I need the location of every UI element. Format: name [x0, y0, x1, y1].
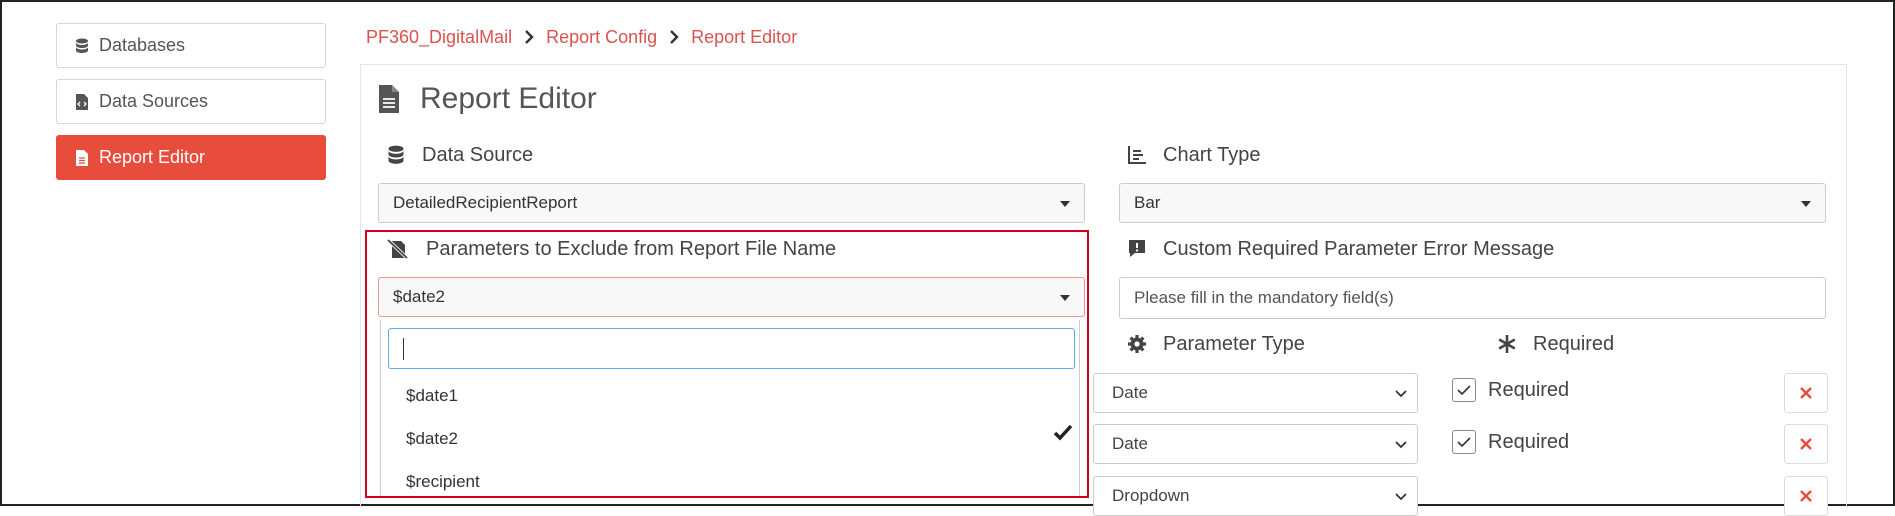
parameter-type-select-row1[interactable]: Date	[1093, 373, 1418, 413]
parameter-type-header-text: Parameter Type	[1163, 332, 1305, 355]
sidebar-item-databases[interactable]: Databases	[56, 23, 326, 68]
custom-error-placeholder: Please fill in the mandatory field(s)	[1134, 288, 1394, 307]
check-icon	[1457, 437, 1471, 448]
checkbox[interactable]	[1452, 378, 1476, 402]
required-header-text: Required	[1533, 332, 1615, 355]
file-text-icon	[379, 85, 399, 113]
sidebar-item-label: Report Editor	[99, 147, 206, 167]
parameter-type-header: Parameter Type	[1127, 330, 1305, 358]
caret-down-icon	[1801, 201, 1811, 207]
delete-parameter-button-row3[interactable]	[1784, 476, 1828, 516]
gear-icon	[1128, 335, 1146, 353]
delete-parameter-button-row2[interactable]	[1784, 424, 1828, 464]
data-source-label-text: Data Source	[422, 143, 534, 166]
highlight-box	[365, 230, 1089, 498]
parameter-type-value: Dropdown	[1112, 486, 1190, 505]
parameter-type-select-row3[interactable]: Dropdown	[1093, 476, 1418, 516]
chevron-right-icon	[663, 29, 685, 45]
sidebar: Databases Data Sources Report Editor	[56, 23, 326, 191]
data-source-label: Data Source	[386, 141, 533, 169]
chart-type-label: Chart Type	[1127, 141, 1260, 169]
asterisk-icon	[1498, 335, 1516, 353]
required-header: Required	[1497, 330, 1614, 358]
breadcrumb: PF360_DigitalMail Report Config Report E…	[366, 24, 797, 50]
chart-type-value: Bar	[1134, 193, 1161, 212]
chart-bar-icon	[1128, 146, 1146, 164]
sidebar-item-data-sources[interactable]: Data Sources	[56, 79, 326, 124]
required-label: Required	[1488, 378, 1570, 401]
close-icon	[1800, 438, 1812, 450]
chevron-right-icon	[518, 29, 540, 45]
parameter-type-value: Date	[1112, 434, 1148, 453]
page-title-text: Report Editor	[420, 82, 597, 115]
sidebar-item-label: Data Sources	[99, 91, 209, 111]
custom-error-label-text: Custom Required Parameter Error Message	[1163, 237, 1555, 260]
required-checkbox-row2[interactable]: Required	[1452, 430, 1569, 454]
data-source-select[interactable]: DetailedRecipientReport	[378, 183, 1085, 223]
chevron-down-icon	[1395, 441, 1407, 449]
close-icon	[1800, 387, 1812, 399]
chart-type-label-text: Chart Type	[1163, 143, 1261, 166]
data-source-value: DetailedRecipientReport	[393, 193, 578, 212]
comment-exclamation-icon	[1129, 240, 1145, 257]
chevron-down-icon	[1395, 493, 1407, 501]
required-checkbox-row1[interactable]: Required	[1452, 378, 1569, 402]
database-icon	[76, 38, 88, 53]
close-icon	[1800, 490, 1812, 502]
parameter-type-value: Date	[1112, 383, 1148, 402]
delete-parameter-button-row1[interactable]	[1784, 373, 1828, 413]
sidebar-item-label: Databases	[99, 35, 186, 55]
parameter-type-select-row2[interactable]: Date	[1093, 424, 1418, 464]
checkbox[interactable]	[1452, 430, 1476, 454]
file-code-icon	[76, 93, 88, 110]
custom-error-label: Custom Required Parameter Error Message	[1127, 235, 1554, 263]
page-title: Report Editor	[378, 82, 597, 116]
chart-type-select[interactable]: Bar	[1119, 183, 1826, 223]
sidebar-item-report-editor[interactable]: Report Editor	[56, 135, 326, 180]
chevron-down-icon	[1395, 390, 1407, 398]
breadcrumb-link-pf360[interactable]: PF360_DigitalMail	[366, 27, 512, 48]
breadcrumb-current[interactable]: Report Editor	[691, 27, 797, 48]
breadcrumb-link-report-config[interactable]: Report Config	[546, 27, 657, 48]
database-icon	[388, 145, 404, 164]
required-label: Required	[1488, 430, 1570, 453]
check-icon	[1457, 385, 1471, 396]
custom-error-input[interactable]: Please fill in the mandatory field(s)	[1119, 277, 1826, 319]
file-text-icon	[76, 149, 88, 166]
caret-down-icon	[1060, 201, 1070, 207]
